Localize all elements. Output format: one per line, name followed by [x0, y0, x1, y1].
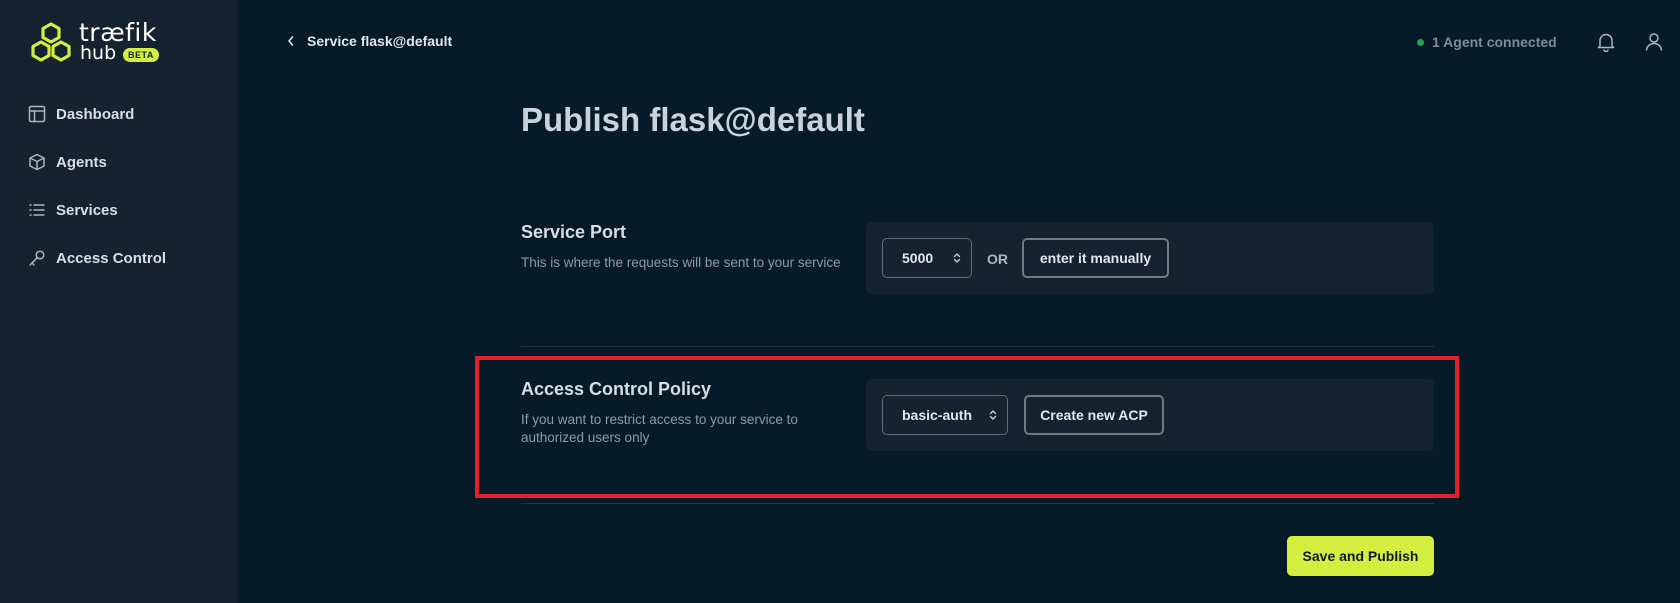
select-caret-icon — [953, 253, 961, 263]
save-and-publish-button[interactable]: Save and Publish — [1287, 536, 1434, 576]
section-divider — [521, 346, 1434, 347]
sidebar-item-label: Access Control — [56, 249, 167, 267]
sidebar-item-label: Dashboard — [56, 105, 135, 123]
beta-badge: BETA — [123, 48, 159, 62]
logo-hub-text: hub — [80, 42, 117, 64]
sidebar: træfik hub BETA Dashboard Agents Service… — [0, 0, 237, 603]
enter-manually-button[interactable]: enter it manually — [1022, 238, 1169, 278]
service-port-title: Service Port — [521, 222, 627, 242]
service-port-description: This is where the requests will be sent … — [521, 255, 841, 270]
notifications-button[interactable] — [1597, 32, 1615, 57]
bell-icon — [1597, 33, 1615, 53]
sidebar-item-label: Services — [56, 201, 118, 219]
sidebar-item-access-control[interactable]: Access Control — [28, 246, 166, 270]
agent-status: 1 Agent connected — [1417, 34, 1557, 50]
user-menu-button[interactable] — [1645, 32, 1663, 57]
sidebar-item-label: Agents — [56, 153, 107, 171]
back-link-label: Service flask@default — [307, 33, 453, 49]
back-link[interactable]: Service flask@default — [287, 33, 452, 49]
agent-status-text: 1 Agent connected — [1432, 34, 1557, 50]
section-divider — [521, 503, 1434, 504]
or-separator: OR — [987, 251, 1008, 267]
status-dot-icon — [1417, 38, 1424, 46]
key-icon — [29, 250, 45, 266]
cube-icon — [29, 153, 45, 171]
port-select-value: 5000 — [902, 250, 934, 266]
sidebar-item-services[interactable]: Services — [28, 198, 118, 222]
hexagon-logo-icon — [31, 22, 71, 62]
port-select[interactable]: 5000 — [882, 238, 972, 278]
sidebar-item-dashboard[interactable]: Dashboard — [28, 102, 134, 126]
service-port-panel: 5000 OR enter it manually — [866, 222, 1434, 294]
list-icon — [29, 204, 45, 216]
dashboard-icon — [28, 105, 46, 123]
traefik-hub-logo[interactable]: træfik hub BETA — [28, 18, 188, 66]
page-title: Publish flask@default — [521, 101, 865, 138]
sidebar-item-agents[interactable]: Agents — [28, 150, 107, 174]
user-icon — [1645, 33, 1663, 51]
chevron-left-icon — [288, 36, 294, 46]
highlight-box — [475, 356, 1459, 498]
